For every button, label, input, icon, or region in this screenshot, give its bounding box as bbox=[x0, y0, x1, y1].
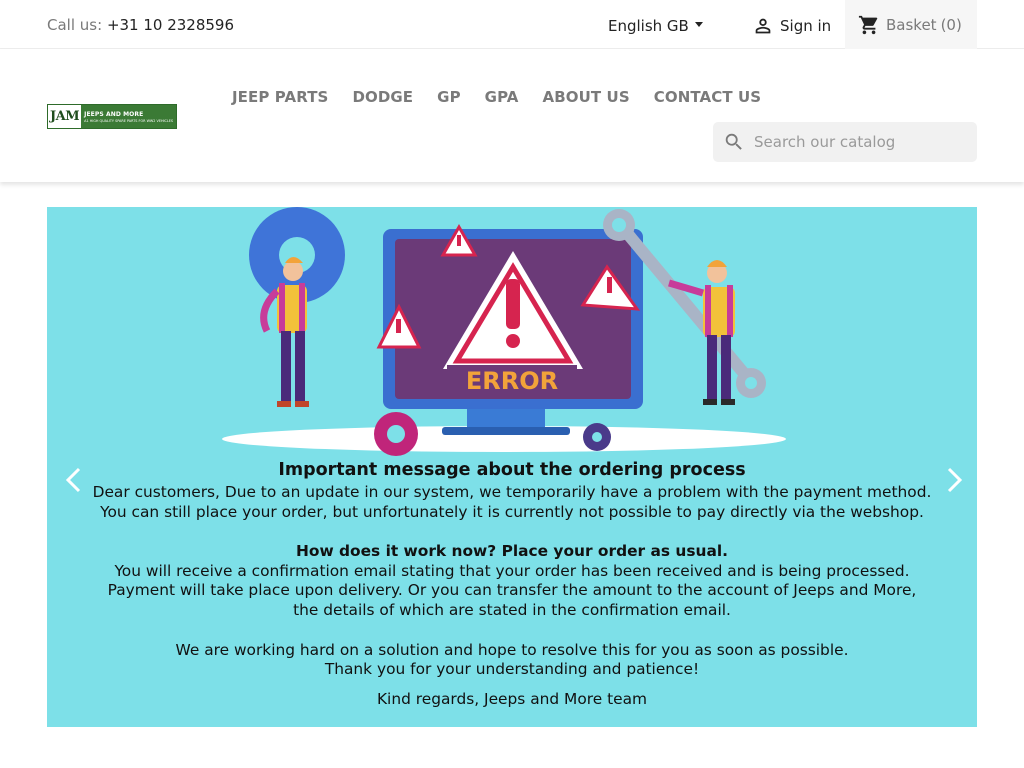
slide-title: Important message about the ordering pro… bbox=[278, 460, 746, 480]
basket-button[interactable]: Basket (0) bbox=[845, 0, 977, 49]
slide-line-7: Thank you for your understanding and pat… bbox=[324, 660, 700, 679]
slide-line-2: You can still place your order, but unfo… bbox=[100, 502, 924, 521]
person-icon bbox=[755, 18, 771, 34]
main-navigation: JEEP PARTS DODGE GP GPA ABOUT US CONTACT… bbox=[232, 88, 785, 106]
basket-label: Basket bbox=[886, 15, 937, 34]
nav-item-jeep-parts[interactable]: JEEP PARTS bbox=[232, 88, 328, 106]
top-bar: Call us: +31 10 2328596 English GB Sign … bbox=[0, 0, 1024, 49]
nav-item-contact-us[interactable]: CONTACT US bbox=[654, 88, 761, 106]
sign-in-label: Sign in bbox=[780, 17, 832, 35]
slide-line-3: You will receive a confirmation email st… bbox=[114, 561, 910, 580]
slide-line-4: Payment will take place upon delivery. O… bbox=[107, 581, 917, 600]
language-label: English GB bbox=[608, 17, 689, 35]
logo-mark: JAM bbox=[48, 105, 82, 128]
slide-line-6: We are working hard on a solution and ho… bbox=[175, 640, 849, 659]
basket-count: (0) bbox=[940, 15, 962, 34]
site-logo[interactable]: JAM JEEPS AND MORE A1 HIGH QUALITY SPARE… bbox=[47, 104, 177, 129]
nav-item-gp[interactable]: GP bbox=[437, 88, 461, 106]
slide-line-1: Dear customers, Due to an update in our … bbox=[92, 483, 932, 501]
slide-message: Important message about the ordering pro… bbox=[47, 457, 977, 709]
slide-subtitle: How does it work now? Place your order a… bbox=[295, 542, 728, 561]
error-label: ERROR bbox=[466, 367, 558, 395]
search-box bbox=[713, 122, 977, 162]
nav-item-gpa[interactable]: GPA bbox=[485, 88, 519, 106]
logo-tagline: A1 HIGH QUALITY SPARE PARTS FOR WW2 VEHI… bbox=[84, 118, 174, 123]
logo-text-block: JEEPS AND MORE A1 HIGH QUALITY SPARE PAR… bbox=[81, 105, 176, 128]
slide-line-5: the details of which are stated in the c… bbox=[293, 600, 731, 619]
home-slider: ERROR Important message about the orderi… bbox=[47, 207, 977, 727]
caret-down-icon bbox=[694, 22, 703, 27]
slide-signoff: Kind regards, Jeeps and More team bbox=[376, 689, 648, 708]
call-us-text: Call us: +31 10 2328596 bbox=[47, 16, 234, 34]
shopping-cart-icon bbox=[858, 15, 878, 34]
phone-number[interactable]: +31 10 2328596 bbox=[107, 16, 234, 34]
search-icon[interactable] bbox=[723, 131, 745, 153]
error-illustration: ERROR bbox=[222, 207, 786, 456]
call-us-label: Call us: bbox=[47, 16, 103, 34]
main-header: JAM JEEPS AND MORE A1 HIGH QUALITY SPARE… bbox=[0, 49, 1024, 182]
logo-name: JEEPS AND MORE bbox=[84, 110, 144, 118]
nav-item-about-us[interactable]: ABOUT US bbox=[543, 88, 630, 106]
language-selector[interactable]: English GB bbox=[608, 17, 703, 35]
sign-in-link[interactable]: Sign in bbox=[752, 15, 831, 37]
nav-item-dodge[interactable]: DODGE bbox=[352, 88, 413, 106]
search-input[interactable] bbox=[754, 133, 974, 151]
